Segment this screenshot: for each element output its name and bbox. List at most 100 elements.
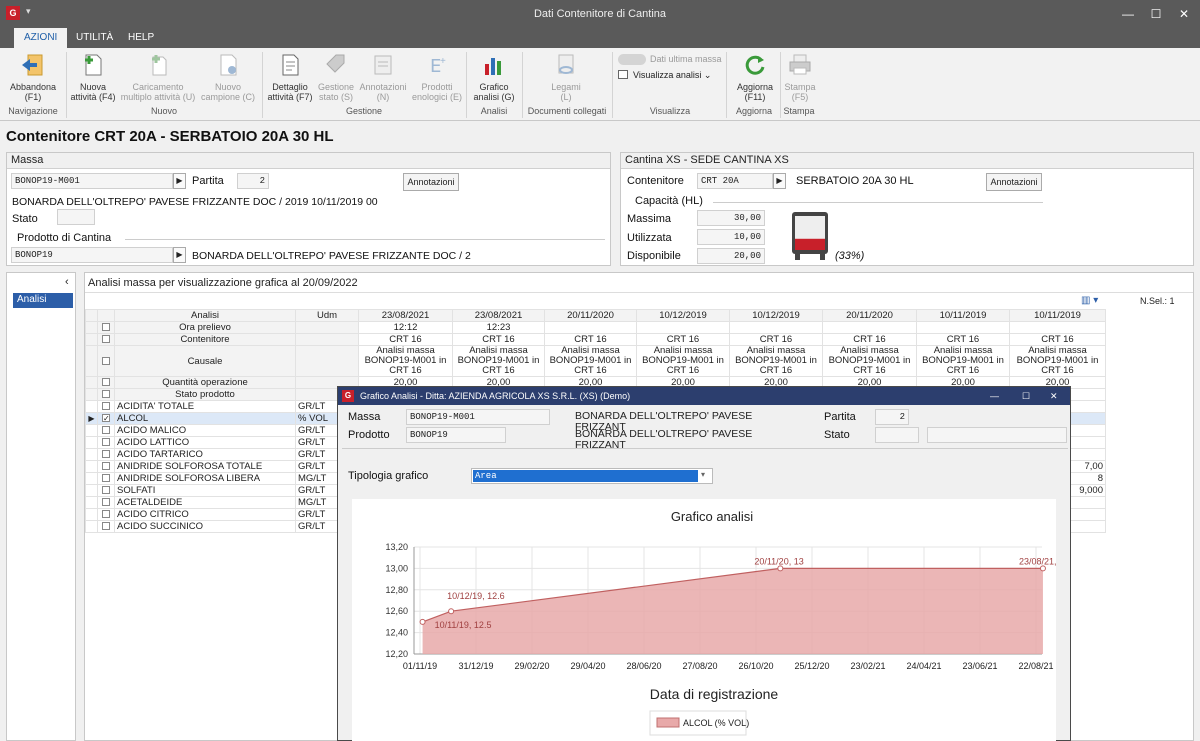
meta-cell: Analisi massa BONOP19-M001 in CRT 16 (452, 345, 545, 377)
sidebar-item-analisi[interactable]: Analisi (13, 293, 73, 308)
data-point[interactable] (777, 565, 784, 572)
cantina-annotazioni-button[interactable]: Annotazioni (986, 173, 1042, 191)
row-checkbox[interactable] (102, 426, 110, 435)
col-header-udm[interactable]: Udm (295, 309, 359, 322)
svg-text:+: + (440, 56, 446, 67)
prodotto-code-field[interactable]: BONOP19 (11, 247, 173, 263)
sample-icon (220, 54, 237, 76)
row-checkbox[interactable] (102, 522, 110, 531)
data-label: 10/12/19, 12.6 (447, 591, 505, 601)
row-checkbox[interactable] (102, 450, 110, 459)
prodotto-lookup-arrow-icon[interactable]: ▶ (173, 247, 186, 263)
col-header-date[interactable]: 10/12/2019 (636, 309, 730, 322)
legami-button[interactable]: Legami (L) (540, 52, 592, 102)
data-point[interactable] (419, 618, 426, 625)
utilizzata-label: Utilizzata (627, 232, 672, 244)
massa-panel: Massa BONOP19-M001 ▶ Partita 2 Annotazio… (6, 152, 611, 266)
col-header-date[interactable]: 10/11/2019 (1009, 309, 1106, 322)
annotazioni-button[interactable]: Annotazioni (N) (356, 52, 410, 102)
analisi-name: ACIDITA' TOTALE (114, 400, 296, 413)
analisi-name: ACIDO SUCCINICO (114, 520, 296, 533)
group-gestione: Gestione (345, 106, 383, 116)
col-header-date[interactable]: 10/11/2019 (916, 309, 1010, 322)
data-point[interactable] (1039, 565, 1046, 572)
row-checkbox[interactable] (102, 486, 110, 495)
stato-field[interactable] (57, 209, 95, 225)
tab-azioni[interactable]: AZIONI (14, 28, 68, 48)
stampa-button[interactable]: Stampa (F5) (782, 52, 818, 102)
dialog-minimize-button[interactable]: — (990, 387, 999, 405)
meta-cell: CRT 16 (916, 333, 1010, 346)
col-header-date[interactable]: 20/11/2020 (822, 309, 917, 322)
chart-xlabel: Data di registrazione (650, 686, 779, 702)
dialog-title: Grafico Analisi - Ditta: AZIENDA AGRICOL… (360, 391, 631, 401)
row-checkbox[interactable] (102, 462, 110, 471)
col-header-analisi[interactable]: Analisi (114, 309, 296, 322)
collapse-chevron-icon[interactable]: ‹ (65, 276, 69, 288)
massa-lookup-arrow-icon[interactable]: ▶ (173, 173, 186, 189)
row-checkbox[interactable] (102, 438, 110, 447)
analisi-name: ANIDRIDE SOLFOROSA LIBERA (114, 472, 296, 485)
abbandona-button[interactable]: Abbandona (F1) (4, 52, 62, 102)
row-checkbox[interactable] (102, 510, 110, 519)
prodotto-cantina-label: Prodotto di Cantina (17, 232, 115, 244)
meta-cell (544, 321, 637, 334)
tank-percent: (33%) (835, 250, 865, 262)
row-checkbox[interactable] (102, 498, 110, 507)
nuova-attivita-button[interactable]: Nuova attività (F4) (68, 52, 118, 102)
massa-annotazioni-button[interactable]: Annotazioni (403, 173, 459, 191)
tipologia-grafico-select[interactable]: Area ▾ (471, 468, 713, 484)
contenitore-lookup-arrow-icon[interactable]: ▶ (773, 173, 786, 189)
col-header-date[interactable]: 20/11/2020 (544, 309, 637, 322)
grafico-analisi-button[interactable]: Grafico analisi (G) (468, 52, 520, 102)
dialog-close-button[interactable]: ✕ (1050, 387, 1058, 405)
meta-row-label: Contenitore (114, 333, 296, 346)
dati-ultima-massa-toggle[interactable] (618, 54, 646, 65)
x-tick-label: 24/04/21 (906, 661, 941, 671)
chart-area: Grafico analisi 12,20 12,40 12,60 12,80 13,0… (352, 499, 1069, 741)
data-point[interactable] (448, 608, 455, 615)
link-icon (558, 54, 574, 74)
grafico-analisi-dialog: G Grafico Analisi - Ditta: AZIENDA AGRIC… (337, 386, 1071, 741)
caricamento-multiplo-button[interactable]: Caricamento multiplo attività (U) (118, 52, 198, 102)
row-checkbox[interactable] (102, 474, 110, 483)
aggiorna-button[interactable]: Aggiorna (F11) (730, 52, 780, 102)
col-header-date[interactable]: 10/12/2019 (729, 309, 823, 322)
y-tick-label: 12,40 (385, 628, 408, 638)
tab-help[interactable]: HELP (118, 28, 164, 48)
row-checkbox[interactable] (102, 402, 110, 411)
row-checkbox[interactable] (102, 378, 110, 387)
row-checkbox[interactable] (102, 390, 110, 399)
massa-code-field[interactable]: BONOP19-M001 (11, 173, 173, 189)
partita-field[interactable]: 2 (237, 173, 269, 189)
col-header-date[interactable]: 23/08/2021 (452, 309, 545, 322)
x-tick-label: 29/02/20 (514, 661, 549, 671)
row-indicator (85, 472, 98, 485)
close-button[interactable]: ✕ (1170, 4, 1198, 24)
prodotti-enologici-button[interactable]: E + Prodotti enologici (E) (410, 52, 464, 102)
row-checkbox[interactable] (102, 356, 110, 365)
dettaglio-attivita-button[interactable]: Dettaglio attività (F7) (264, 52, 316, 102)
dialog-stato-label: Stato (824, 429, 850, 441)
col-header-date[interactable]: 23/08/2021 (358, 309, 453, 322)
contenitore-field[interactable]: CRT 20A (697, 173, 773, 189)
window-title: Dati Contenitore di Cantina (533, 8, 667, 20)
gestione-stato-button[interactable]: Gestione stato (S) (316, 52, 356, 102)
row-checkbox[interactable]: ✓ (102, 414, 110, 423)
x-tick-label: 31/12/19 (458, 661, 493, 671)
minimize-button[interactable]: — (1114, 4, 1142, 24)
current-row-indicator-icon: ▶ (85, 412, 98, 425)
tab-utilita[interactable]: UTILITÀ (66, 28, 123, 48)
column-chooser-icon[interactable]: ▥ ▾ (1081, 295, 1098, 306)
x-tick-label: 22/08/21 (1018, 661, 1053, 671)
grid-meta-row: Causale Analisi massa BONOP19-M001 in CRT 1… (85, 345, 1106, 377)
y-tick-label: 13,00 (385, 563, 408, 573)
row-checkbox[interactable] (102, 323, 110, 332)
visualizza-analisi-dropdown[interactable]: Visualizza analisi ⌄ (633, 70, 711, 81)
nuovo-campione-button[interactable]: Nuovo campione (C) (198, 52, 258, 102)
dialog-maximize-button[interactable]: ☐ (1022, 387, 1030, 405)
chart-title: Grafico analisi (671, 509, 753, 524)
bar-chart-icon (485, 58, 501, 75)
row-checkbox[interactable] (102, 335, 110, 344)
maximize-button[interactable]: ☐ (1142, 4, 1170, 24)
